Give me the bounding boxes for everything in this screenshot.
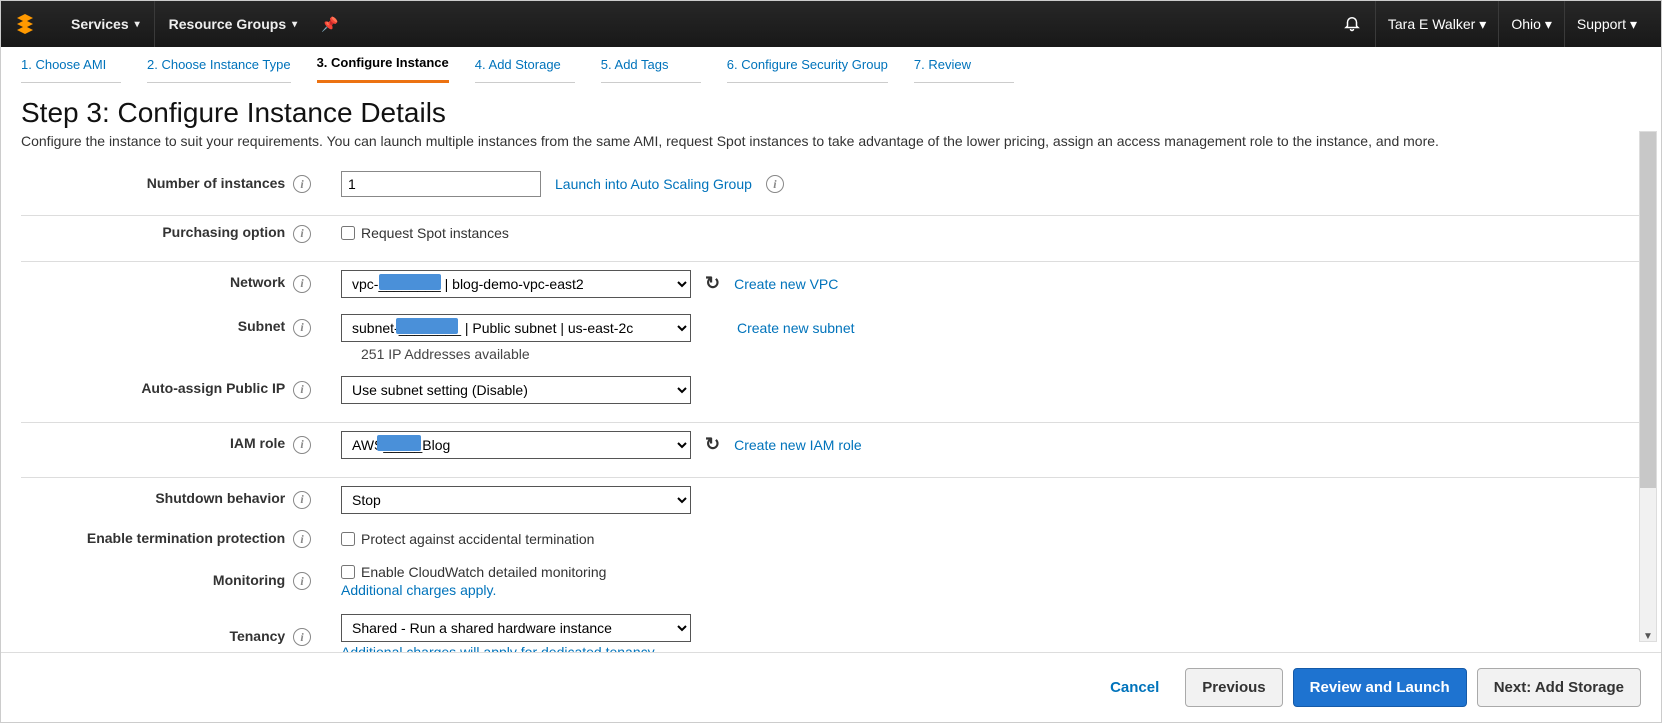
- iam-select[interactable]: AWS_____Blog: [341, 431, 691, 459]
- publicip-select[interactable]: Use subnet setting (Disable): [341, 376, 691, 404]
- nav-user-label: Tara E Walker: [1388, 16, 1475, 32]
- subnet-note: 251 IP Addresses available: [21, 346, 1641, 362]
- info-icon[interactable]: i: [293, 530, 311, 548]
- bell-icon[interactable]: [1329, 14, 1375, 35]
- nav-support[interactable]: Support ▾: [1564, 1, 1649, 47]
- monitoring-label: Monitoring: [213, 572, 285, 588]
- chevron-down-icon: ▾: [1545, 16, 1552, 33]
- next-button[interactable]: Next: Add Storage: [1477, 668, 1641, 707]
- info-icon[interactable]: i: [293, 381, 311, 399]
- info-icon[interactable]: i: [293, 319, 311, 337]
- nav-services[interactable]: Services ▾: [57, 1, 154, 47]
- shutdown-label: Shutdown behavior: [155, 490, 285, 506]
- termprotect-row[interactable]: Protect against accidental termination: [341, 531, 594, 547]
- spot-checkbox-row[interactable]: Request Spot instances: [341, 225, 509, 241]
- review-launch-button[interactable]: Review and Launch: [1293, 668, 1467, 707]
- refresh-icon[interactable]: ↻: [705, 434, 720, 455]
- tenancy-label: Tenancy: [229, 628, 285, 644]
- vertical-scrollbar[interactable]: ▲ ▼: [1639, 131, 1657, 642]
- step-3[interactable]: 3. Configure Instance: [317, 55, 449, 83]
- step-5[interactable]: 5. Add Tags: [601, 57, 701, 83]
- scroll-down-icon[interactable]: ▼: [1640, 631, 1656, 642]
- create-vpc-link[interactable]: Create new VPC: [734, 276, 838, 292]
- termprotect-checkbox[interactable]: [341, 532, 355, 546]
- step-2[interactable]: 2. Choose Instance Type: [147, 57, 291, 83]
- step-6[interactable]: 6. Configure Security Group: [727, 57, 888, 83]
- nav-user[interactable]: Tara E Walker ▾: [1375, 1, 1498, 47]
- purchasing-label: Purchasing option: [162, 224, 285, 240]
- chevron-down-icon: ▾: [1479, 16, 1486, 33]
- pin-icon[interactable]: 📌: [321, 16, 338, 33]
- monitoring-checkbox[interactable]: [341, 565, 355, 579]
- create-iam-link[interactable]: Create new IAM role: [734, 437, 862, 453]
- info-icon[interactable]: i: [766, 175, 784, 193]
- info-icon[interactable]: i: [293, 436, 311, 454]
- num-instances-label: Number of instances: [147, 175, 285, 191]
- step-1[interactable]: 1. Choose AMI: [21, 57, 121, 83]
- page-title: Step 3: Configure Instance Details: [21, 97, 1641, 129]
- page-body: Step 3: Configure Instance Details Confi…: [1, 83, 1661, 652]
- network-select[interactable]: vpc-________ | blog-demo-vpc-east2: [341, 270, 691, 298]
- nav-resource-groups[interactable]: Resource Groups ▾: [154, 1, 312, 47]
- chevron-down-icon: ▾: [1630, 16, 1637, 33]
- autoscale-link[interactable]: Launch into Auto Scaling Group: [555, 176, 752, 192]
- publicip-label: Auto-assign Public IP: [141, 380, 285, 396]
- info-icon[interactable]: i: [293, 628, 311, 646]
- nav-region[interactable]: Ohio ▾: [1498, 1, 1564, 47]
- monitoring-row[interactable]: Enable CloudWatch detailed monitoring: [341, 564, 606, 580]
- iam-label: IAM role: [230, 435, 285, 451]
- page-description: Configure the instance to suit your requ…: [21, 133, 1641, 149]
- nav-support-label: Support: [1577, 16, 1626, 32]
- nav-services-label: Services: [71, 16, 129, 32]
- nav-resource-groups-label: Resource Groups: [169, 16, 286, 32]
- info-icon[interactable]: i: [293, 175, 311, 193]
- previous-button[interactable]: Previous: [1185, 668, 1282, 707]
- tenancy-select[interactable]: Shared - Run a shared hardware instance: [341, 614, 691, 642]
- subnet-label: Subnet: [238, 318, 285, 334]
- info-icon[interactable]: i: [293, 572, 311, 590]
- create-subnet-link[interactable]: Create new subnet: [737, 320, 855, 336]
- termprotect-check-label: Protect against accidental termination: [361, 531, 594, 547]
- top-nav: Services ▾ Resource Groups ▾ 📌 Tara E Wa…: [1, 1, 1661, 47]
- cancel-button[interactable]: Cancel: [1094, 669, 1175, 706]
- info-icon[interactable]: i: [293, 275, 311, 293]
- spot-checkbox-label: Request Spot instances: [361, 225, 509, 241]
- spot-checkbox[interactable]: [341, 226, 355, 240]
- network-label: Network: [230, 274, 285, 290]
- step-4[interactable]: 4. Add Storage: [475, 57, 575, 83]
- info-icon[interactable]: i: [293, 225, 311, 243]
- chevron-down-icon: ▾: [292, 19, 297, 30]
- monitoring-check-label: Enable CloudWatch detailed monitoring: [361, 564, 606, 580]
- refresh-icon[interactable]: ↻: [705, 273, 720, 294]
- chevron-down-icon: ▾: [135, 19, 140, 30]
- termprotect-label: Enable termination protection: [87, 530, 285, 546]
- subnet-select[interactable]: subnet-________ | Public subnet | us-eas…: [341, 314, 691, 342]
- monitoring-note[interactable]: Additional charges apply.: [341, 582, 496, 598]
- shutdown-select[interactable]: Stop: [341, 486, 691, 514]
- aws-logo-icon[interactable]: [13, 12, 37, 36]
- wizard-steps: 1. Choose AMI 2. Choose Instance Type 3.…: [1, 47, 1661, 83]
- footer: Cancel Previous Review and Launch Next: …: [1, 652, 1661, 722]
- num-instances-input[interactable]: [341, 171, 541, 197]
- scrollbar-thumb[interactable]: [1640, 132, 1656, 488]
- info-icon[interactable]: i: [293, 491, 311, 509]
- tenancy-note[interactable]: Additional charges will apply for dedica…: [341, 644, 657, 652]
- step-7[interactable]: 7. Review: [914, 57, 1014, 83]
- nav-region-label: Ohio: [1511, 16, 1541, 32]
